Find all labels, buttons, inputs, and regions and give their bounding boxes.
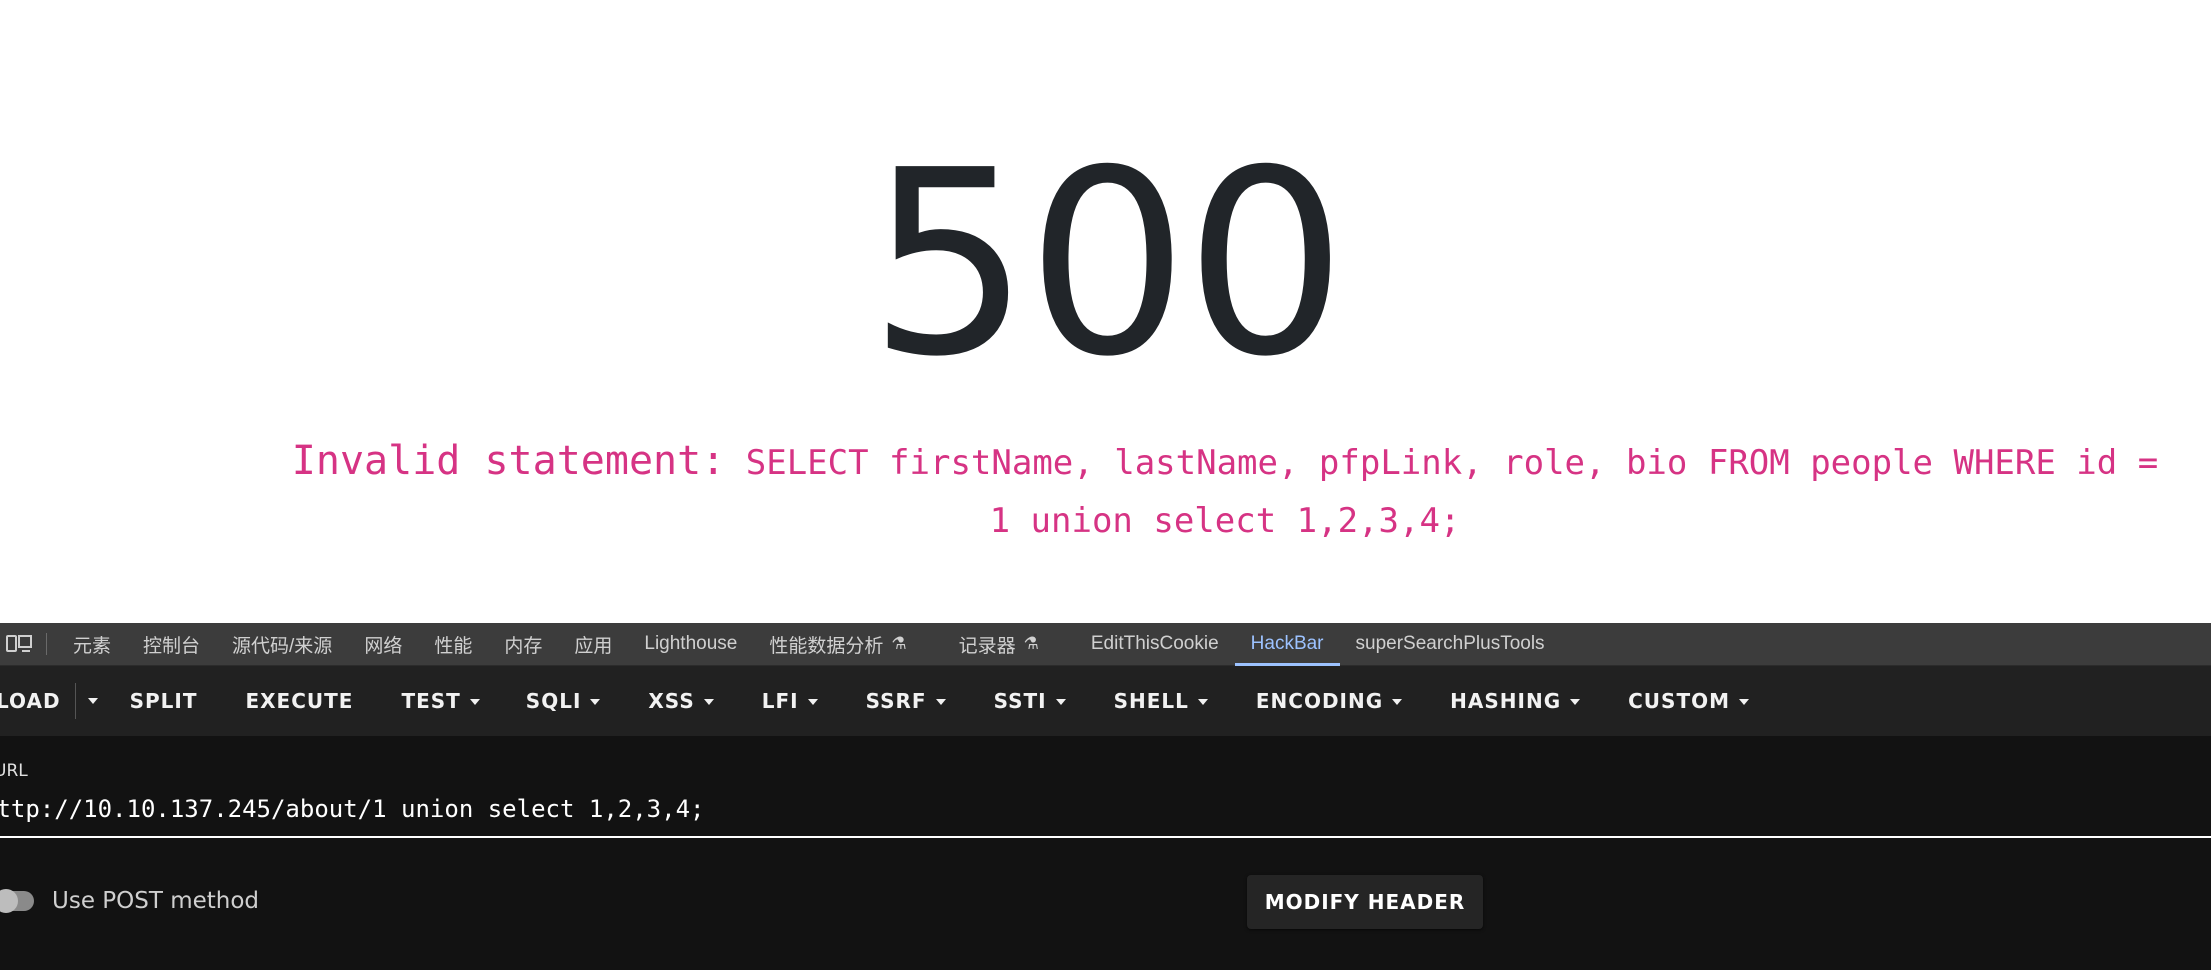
caret-down-icon: [935, 699, 946, 705]
test-menu-button[interactable]: TEST: [383, 666, 497, 736]
caret-down-icon: [1197, 699, 1208, 705]
tab-console[interactable]: 控制台: [127, 623, 216, 665]
error-message: Invalid statement: SELECT firstName, las…: [290, 432, 2160, 550]
ssrf-menu-button[interactable]: SSRF: [848, 666, 964, 736]
caret-down-icon: [1739, 699, 1749, 705]
execute-button[interactable]: EXECUTE: [227, 666, 371, 736]
split-button[interactable]: SPLIT: [112, 666, 216, 736]
tab-lighthouse[interactable]: Lighthouse: [628, 623, 753, 665]
hackbar-toolbar: LOAD SPLIT EXECUTE TEST SQLI XSS LFI SSR…: [0, 666, 2211, 736]
sqli-menu-button[interactable]: SQLI: [508, 666, 619, 736]
load-options-dropdown[interactable]: [74, 683, 112, 719]
tab-application[interactable]: 应用: [558, 623, 628, 665]
switch-knob: [0, 889, 18, 913]
tab-recorder[interactable]: 记录器 ⚗: [943, 623, 1055, 665]
custom-menu-button[interactable]: CUSTOM: [1610, 666, 1767, 736]
devtools-tab-bar: 元素 控制台 源代码/来源 网络 性能 内存 应用 Lighthouse 性能数…: [0, 623, 2211, 666]
tab-performance[interactable]: 性能: [418, 623, 488, 665]
error-query-line1: SELECT firstName, lastName, pfpLink, rol…: [745, 443, 2159, 483]
devtools-panel: 元素 控制台 源代码/来源 网络 性能 内存 应用 Lighthouse 性能数…: [0, 623, 2211, 970]
url-input-underline: [0, 836, 2211, 838]
caret-down-icon: [87, 698, 98, 704]
browser-viewport: 500 Invalid statement: SELECT firstName,…: [0, 0, 2211, 970]
ssti-menu-button[interactable]: SSTI: [976, 666, 1084, 736]
post-method-toggle[interactable]: Use POST method: [0, 888, 259, 914]
lfi-menu-button[interactable]: LFI: [744, 666, 836, 736]
tab-hackbar[interactable]: HackBar: [1234, 623, 1340, 666]
url-input[interactable]: [0, 789, 2211, 829]
load-button[interactable]: LOAD: [0, 666, 75, 736]
caret-down-icon: [469, 699, 480, 705]
caret-down-icon: [1570, 699, 1581, 705]
caret-down-icon: [1392, 699, 1403, 705]
hashing-menu-button[interactable]: HASHING: [1432, 666, 1598, 736]
post-method-label: Use POST method: [52, 888, 260, 914]
error-page: 500 Invalid statement: SELECT firstName,…: [0, 0, 2211, 623]
tab-separator: [46, 633, 47, 655]
tab-supersearchplustools[interactable]: superSearchPlusTools: [1340, 623, 1561, 665]
error-query-line2: 1 union select 1,2,3,4;: [989, 501, 1461, 541]
caret-down-icon: [703, 699, 714, 705]
xss-menu-button[interactable]: XSS: [630, 666, 731, 736]
tab-elements[interactable]: 元素: [57, 623, 127, 665]
tab-network[interactable]: 网络: [348, 623, 418, 665]
tab-sources[interactable]: 源代码/来源: [216, 623, 348, 665]
shell-menu-button[interactable]: SHELL: [1096, 666, 1226, 736]
error-code: 500: [868, 116, 1347, 413]
encoding-menu-button[interactable]: ENCODING: [1238, 666, 1420, 736]
flask-icon: ⚗: [1023, 634, 1039, 653]
device-toggle-icon[interactable]: [2, 623, 36, 665]
tab-editthiscookie[interactable]: EditThisCookie: [1075, 623, 1235, 665]
url-label: URL: [0, 761, 28, 781]
flask-icon: ⚗: [891, 634, 907, 653]
modify-header-button[interactable]: MODIFY HEADER: [1247, 875, 1483, 929]
caret-down-icon: [590, 699, 601, 705]
tab-memory[interactable]: 内存: [488, 623, 558, 665]
error-label: Invalid statement:: [291, 438, 726, 484]
caret-down-icon: [807, 699, 818, 705]
tab-performance-insights[interactable]: 性能数据分析 ⚗: [753, 623, 922, 665]
post-method-switch[interactable]: [0, 889, 34, 913]
caret-down-icon: [1055, 699, 1066, 705]
